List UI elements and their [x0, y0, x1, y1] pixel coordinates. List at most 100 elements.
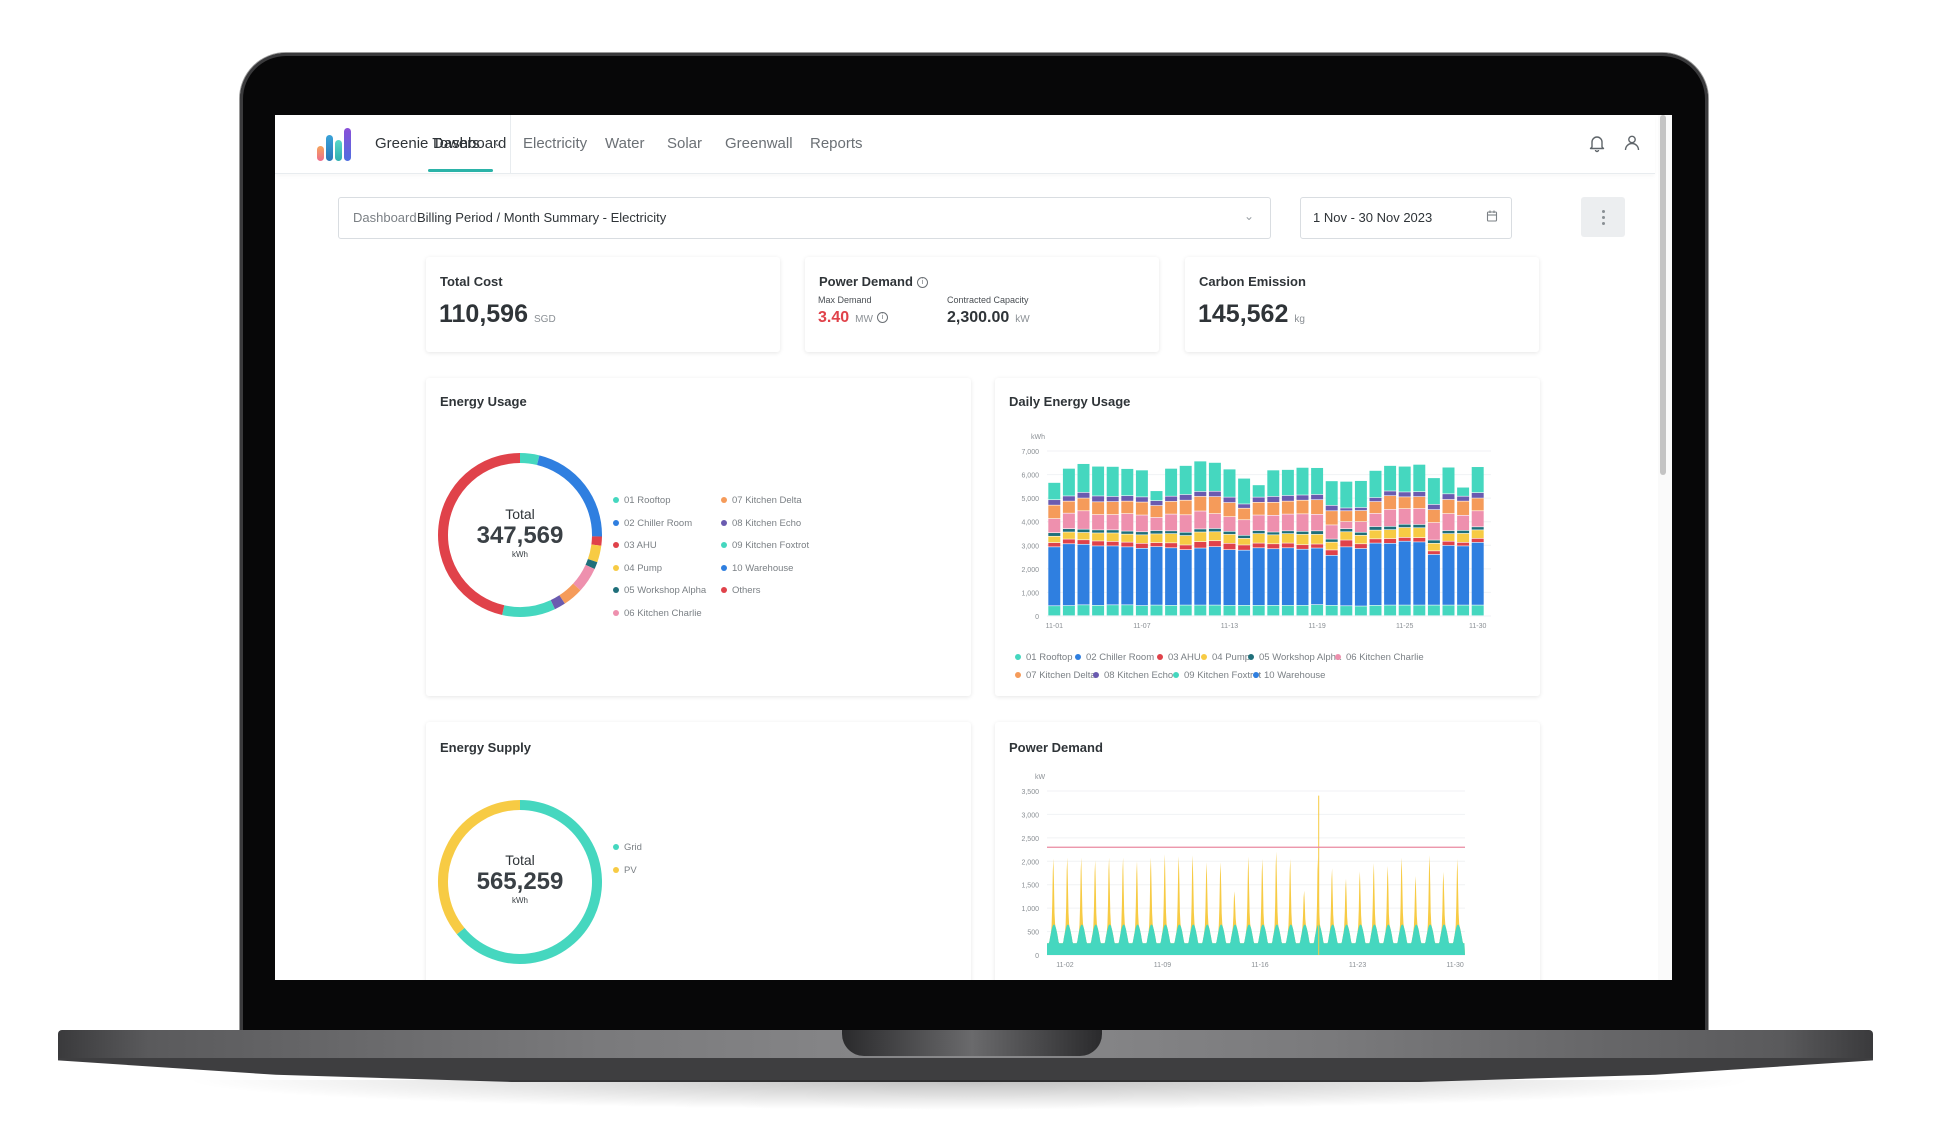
legend-item[interactable]: 03 AHU [613, 540, 657, 551]
donut-slice[interactable] [572, 564, 595, 591]
donut-slice[interactable] [585, 558, 598, 569]
x-tick-label: 11-02 [1056, 962, 1073, 969]
info-icon[interactable]: i [916, 277, 928, 289]
donut-slice[interactable] [502, 600, 555, 617]
y-tick-label: 5,000 [1021, 496, 1039, 503]
legend-item[interactable]: 05 Workshop Alpha [613, 585, 706, 596]
legend-item[interactable]: Others [721, 585, 761, 596]
legend-item[interactable]: 06 Kitchen Charlie [1335, 652, 1424, 663]
bar-segment [1150, 491, 1163, 501]
donut-total-value: 347,569 [476, 522, 564, 549]
legend-label: 02 Chiller Room [1086, 652, 1155, 663]
bar-segment [1238, 538, 1251, 545]
bar-segment [1398, 497, 1411, 509]
legend-item[interactable]: 03 AHU [1157, 652, 1201, 663]
bar-segment [1340, 521, 1353, 529]
legend-label: 09 Kitchen Foxtrot [732, 540, 810, 551]
bar-segment [1413, 605, 1426, 616]
bar-segment [1340, 540, 1353, 547]
scrollbar-thumb[interactable] [1660, 115, 1666, 475]
legend-item[interactable]: 01 Rooftop [613, 495, 670, 506]
legend-item[interactable]: 04 Pump [613, 563, 662, 574]
bar-segment [1281, 548, 1294, 606]
bar-segment [1121, 534, 1134, 542]
bell-icon[interactable] [1587, 133, 1607, 153]
app-logo-icon[interactable] [317, 126, 353, 161]
tab-greenwall[interactable]: Greenwall [725, 135, 793, 152]
legend-label: Grid [624, 842, 642, 853]
tab-dashboard[interactable]: Dashboard [433, 135, 506, 152]
calendar-icon[interactable] [1485, 209, 1499, 223]
bar-segment [1092, 530, 1105, 533]
donut-slice[interactable] [519, 453, 540, 466]
bar-segment [1179, 500, 1192, 515]
bar-segment [1208, 546, 1221, 605]
bar-segment [1340, 511, 1353, 522]
bar-segment [1208, 605, 1221, 616]
legend-item[interactable]: 05 Workshop Alpha [1248, 652, 1341, 663]
bar-segment [1165, 496, 1178, 502]
bar-segment [1048, 542, 1061, 547]
donut-slice[interactable] [550, 595, 565, 610]
bar-segment [1354, 510, 1367, 522]
bar-segment [1223, 534, 1236, 544]
legend-item[interactable]: 06 Kitchen Charlie [613, 608, 702, 619]
legend-dot-icon [1093, 672, 1099, 679]
bar-segment [1296, 534, 1309, 545]
dashboard-select[interactable]: Dashboard Billing Period / Month Summary… [338, 197, 1271, 239]
tab-electricity[interactable]: Electricity [523, 135, 587, 152]
more-options-button[interactable] [1581, 197, 1625, 237]
y-tick-label: 1,000 [1021, 590, 1039, 597]
bar-segment [1223, 531, 1236, 535]
legend-label: 06 Kitchen Charlie [1346, 652, 1424, 663]
legend-item[interactable]: Grid [613, 842, 642, 853]
bar-segment [1150, 530, 1163, 534]
bar-segment [1223, 550, 1236, 606]
bar-segment [1062, 496, 1075, 501]
tab-reports[interactable]: Reports [810, 135, 863, 152]
bar-segment [1281, 605, 1294, 616]
donut-slice[interactable] [559, 583, 581, 604]
bar-segment [1077, 463, 1090, 493]
legend-item[interactable]: 01 Rooftop [1015, 652, 1072, 663]
bar-segment [1384, 605, 1397, 616]
max-demand: 3.40 MW i [818, 309, 888, 327]
info-icon[interactable]: i [876, 312, 888, 324]
bar-segment [1048, 533, 1061, 536]
legend-item[interactable]: 09 Kitchen Foxtrot [1173, 670, 1261, 681]
legend-item[interactable]: 04 Pump [1201, 652, 1250, 663]
donut-slice[interactable] [587, 544, 602, 563]
bar-segment [1121, 547, 1134, 605]
tab-solar[interactable]: Solar [667, 135, 702, 152]
bar-segment [1442, 541, 1455, 546]
bar-segment [1238, 504, 1251, 508]
legend-item[interactable]: 08 Kitchen Echo [1093, 670, 1173, 681]
legend-item[interactable]: 02 Chiller Room [1075, 652, 1154, 663]
nav-divider [510, 115, 511, 173]
grid-area [1047, 924, 1465, 955]
legend-item[interactable]: PV [613, 865, 637, 876]
y-tick-label: 2,000 [1021, 567, 1039, 574]
legend-item[interactable]: 07 Kitchen Delta [721, 495, 802, 506]
user-icon[interactable] [1622, 133, 1642, 153]
max-demand-value: 3.40 [818, 309, 850, 326]
bar-segment [1135, 532, 1148, 535]
kpi-card-carbon-emission: Carbon Emission 145,562 kg [1185, 257, 1539, 352]
bar-segment [1413, 508, 1426, 525]
bar-segment [1311, 534, 1324, 544]
bar-segment [1281, 469, 1294, 496]
legend-item[interactable]: 07 Kitchen Delta [1015, 670, 1096, 681]
laptop-shadow [180, 1080, 1760, 1110]
bar-segment [1296, 605, 1309, 616]
page-scrollbar[interactable] [1658, 115, 1672, 980]
legend-item[interactable]: 10 Warehouse [721, 563, 793, 574]
legend-item[interactable]: 08 Kitchen Echo [721, 518, 801, 529]
date-range-picker[interactable]: 1 Nov - 30 Nov 2023 [1300, 197, 1512, 239]
legend-item[interactable]: 09 Kitchen Foxtrot [721, 540, 809, 551]
tab-water[interactable]: Water [605, 135, 644, 152]
legend-dot-icon [1253, 672, 1259, 679]
bar-segment [1325, 542, 1338, 550]
legend-item[interactable]: 10 Warehouse [1253, 670, 1325, 681]
legend-item[interactable]: 02 Chiller Room [613, 518, 692, 529]
donut-slice[interactable] [591, 536, 602, 546]
